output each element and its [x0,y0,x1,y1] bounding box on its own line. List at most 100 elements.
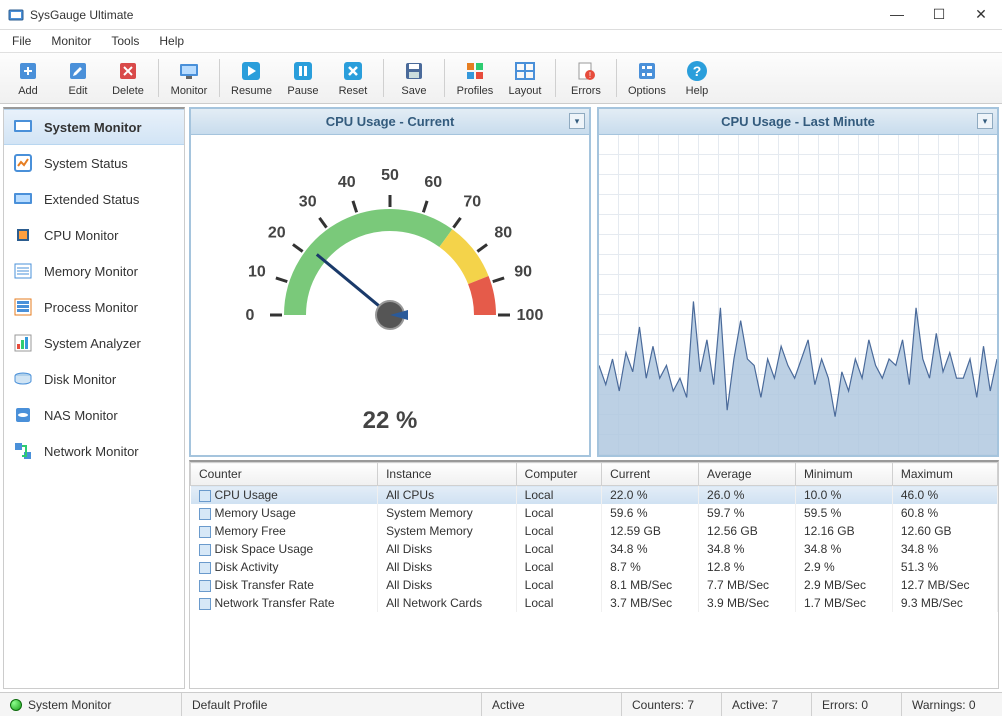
table-row[interactable]: Disk Space UsageAll DisksLocal34.8 %34.8… [191,540,998,558]
sidebar-item-label: Process Monitor [44,300,138,315]
resume-button[interactable]: Resume [226,55,277,101]
sidebar-item-system-analyzer[interactable]: System Analyzer [4,325,184,361]
profiles-button[interactable]: Profiles [451,55,499,101]
sidebar-item-cpu-monitor[interactable]: CPU Monitor [4,217,184,253]
toolbar: AddEditDelete Monitor ResumePauseReset Save… [0,52,1002,104]
sidebar-item-label: Memory Monitor [44,264,138,279]
save-button[interactable]: Save [390,55,438,101]
status-profile: Default Profile [182,693,482,716]
edit-button[interactable]: Edit [54,55,102,101]
app-icon [8,7,24,23]
col-computer[interactable]: Computer [516,463,601,486]
sidebar-item-network-monitor[interactable]: Network Monitor [4,433,184,469]
sidebar-item-label: Network Monitor [44,444,139,459]
reset-button[interactable]: Reset [329,55,377,101]
save-icon [402,59,426,83]
table-row[interactable]: Disk Transfer RateAll DisksLocal8.1 MB/S… [191,576,998,594]
gauge-collapse-button[interactable]: ▾ [569,113,585,129]
sidebar-item-disk-monitor[interactable]: Disk Monitor [4,361,184,397]
svg-text:100: 100 [517,307,544,324]
menubar: FileMonitorToolsHelp [0,30,1002,52]
statusbar: System Monitor Default Profile Active Co… [0,692,1002,716]
sidebar-item-system-status[interactable]: System Status [4,145,184,181]
svg-text:60: 60 [424,174,442,191]
process-monitor-icon [12,296,34,318]
delete-icon [116,59,140,83]
col-current[interactable]: Current [602,463,699,486]
sidebar-item-label: System Monitor [44,120,142,135]
col-counter[interactable]: Counter [191,463,378,486]
maximize-button[interactable]: ☐ [926,6,952,23]
status-dot-icon [10,699,22,711]
options-icon [635,59,659,83]
col-average[interactable]: Average [699,463,796,486]
table-row[interactable]: Memory FreeSystem MemoryLocal12.59 GB12.… [191,522,998,540]
disk-monitor-icon [12,368,34,390]
sidebar-item-label: CPU Monitor [44,228,118,243]
gauge-value: 22 % [363,407,418,435]
minimize-button[interactable]: — [884,6,910,23]
counter-icon [199,526,211,538]
app-title: SysGauge Ultimate [30,8,884,22]
pause-icon [291,59,315,83]
svg-text:30: 30 [299,194,317,211]
table-row[interactable]: Disk ActivityAll DisksLocal8.7 %12.8 %2.… [191,558,998,576]
menu-monitor[interactable]: Monitor [43,32,99,50]
table-row[interactable]: CPU UsageAll CPUsLocal22.0 %26.0 %10.0 %… [191,486,998,505]
add-button[interactable]: Add [4,55,52,101]
col-instance[interactable]: Instance [378,463,517,486]
gauge-panel: CPU Usage - Current ▾ 010203040506070809… [189,107,591,457]
pause-button[interactable]: Pause [279,55,327,101]
network-monitor-icon [12,440,34,462]
sidebar-item-extended-status[interactable]: Extended Status [4,181,184,217]
layout-button[interactable]: Layout [501,55,549,101]
chart-body [599,135,997,455]
monitor-icon [177,59,201,83]
system-analyzer-icon [12,332,34,354]
profiles-icon [463,59,487,83]
delete-button[interactable]: Delete [104,55,152,101]
titlebar: SysGauge Ultimate — ☐ ✕ [0,0,1002,30]
monitor-button[interactable]: Monitor [165,55,213,101]
menu-tools[interactable]: Tools [103,32,147,50]
memory-monitor-icon [12,260,34,282]
sidebar-item-memory-monitor[interactable]: Memory Monitor [4,253,184,289]
svg-text:10: 10 [248,264,266,281]
counter-icon [199,580,211,592]
chart-collapse-button[interactable]: ▾ [977,113,993,129]
sidebar-item-system-monitor[interactable]: System Monitor [4,109,184,145]
gauge-body: 0102030405060708090100 22 % [191,135,589,455]
counter-icon [199,544,211,556]
layout-icon [513,59,537,83]
chart-panel: CPU Usage - Last Minute ▾ [597,107,999,457]
status-active: Active: 7 [722,693,812,716]
counter-icon [199,562,211,574]
reset-icon [341,59,365,83]
sidebar-item-label: Extended Status [44,192,139,207]
sidebar-item-label: Disk Monitor [44,372,116,387]
nas-monitor-icon [12,404,34,426]
menu-file[interactable]: File [4,32,39,50]
status-warnings: Warnings: 0 [902,693,1002,716]
errors-button[interactable]: !Errors [562,55,610,101]
svg-text:0: 0 [246,307,255,324]
sidebar-item-process-monitor[interactable]: Process Monitor [4,289,184,325]
svg-text:90: 90 [514,264,532,281]
sidebar-item-nas-monitor[interactable]: NAS Monitor [4,397,184,433]
help-button[interactable]: ?Help [673,55,721,101]
system-monitor-icon [12,116,34,138]
system-status-icon [12,152,34,174]
table-row[interactable]: Network Transfer RateAll Network CardsLo… [191,594,998,612]
resume-icon [239,59,263,83]
menu-help[interactable]: Help [151,32,192,50]
sidebar-item-label: NAS Monitor [44,408,118,423]
close-button[interactable]: ✕ [968,6,994,23]
table-row[interactable]: Memory UsageSystem MemoryLocal59.6 %59.7… [191,504,998,522]
counter-table: CounterInstanceComputerCurrentAverageMin… [189,460,999,689]
svg-text:?: ? [693,63,702,79]
col-maximum[interactable]: Maximum [892,463,997,486]
col-minimum[interactable]: Minimum [795,463,892,486]
svg-text:50: 50 [381,167,399,184]
options-button[interactable]: Options [623,55,671,101]
sidebar-item-label: System Status [44,156,128,171]
